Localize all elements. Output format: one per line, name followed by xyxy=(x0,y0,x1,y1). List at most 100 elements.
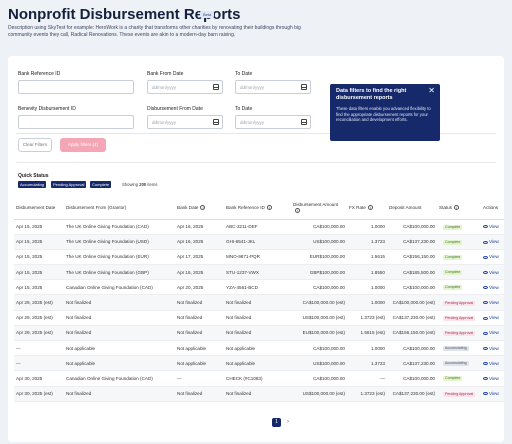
cell-disbursement-from: The UK Online Giving Foundation (USD) xyxy=(64,234,175,250)
disbursement-from-date-input[interactable]: dd/mm/yyyy xyxy=(147,115,223,129)
cell-disbursement-amount: US$100,000.00 xyxy=(291,234,347,250)
cell-disbursement-from: Not finalized xyxy=(64,294,175,311)
cell-disbursement-from: Not finalized xyxy=(64,325,175,342)
view-link[interactable]: View xyxy=(483,315,499,320)
cell-disbursement-date: Apr 30, 2025 xyxy=(14,370,64,387)
status-badge: Complete xyxy=(443,376,463,382)
cell-fx-rate: 1.3723 (est) xyxy=(347,310,387,326)
cell-actions: View xyxy=(481,325,504,342)
cell-bank-reference: Not applicable xyxy=(224,355,291,372)
cell-actions: View xyxy=(481,264,504,281)
view-link[interactable]: View xyxy=(483,300,499,305)
page-1-button[interactable]: 1 xyxy=(272,418,281,427)
cell-actions: View xyxy=(481,370,504,387)
clear-filters-button[interactable]: Clear Filters xyxy=(18,138,52,152)
cell-status: Complete xyxy=(437,279,481,296)
cell-deposit-amount: CA$156,150.00 xyxy=(387,249,437,266)
table-row[interactable]: Apr 30, 2025 (est) Not finalized Not final… xyxy=(14,386,504,402)
cell-fx-rate: 1.0000 xyxy=(347,340,387,357)
col-bank-reference[interactable]: Bank Reference ID i xyxy=(224,197,291,220)
to-date-placeholder: dd/mm/yyyy xyxy=(240,85,265,90)
view-link[interactable]: View xyxy=(483,224,499,229)
benevity-disbursement-input[interactable] xyxy=(18,115,134,129)
col-disbursement-from[interactable]: Disbursement From (Grantor) xyxy=(64,197,175,220)
info-icon[interactable]: i xyxy=(200,205,206,211)
table-row[interactable]: Apr 15, 2025 The UK Online Giving Foundat… xyxy=(14,264,504,281)
tooltip-body: These data filters enable you advanced f… xyxy=(336,106,431,123)
cell-disbursement-from: The UK Online Giving Foundation (GBP) xyxy=(64,264,175,281)
close-icon[interactable]: ✕ xyxy=(428,87,435,95)
status-badge: Pending Approval xyxy=(443,300,476,306)
table-row[interactable]: Apr 29, 2025 (est) Not finalized Not final… xyxy=(14,294,504,311)
view-link[interactable]: View xyxy=(483,346,499,351)
cell-disbursement-date: Apr 15, 2025 xyxy=(14,264,64,281)
eye-icon xyxy=(483,225,488,229)
col-fx-rate[interactable]: FX Rate i xyxy=(347,197,387,220)
view-link[interactable]: View xyxy=(483,239,499,244)
view-label: View xyxy=(489,375,499,381)
info-icon[interactable]: i xyxy=(266,205,272,211)
col-bank-date[interactable]: Bank Date i xyxy=(175,197,224,220)
quick-status-label: Quick Status xyxy=(18,173,49,179)
cell-status: Pending Approval xyxy=(437,310,481,326)
eye-icon xyxy=(483,240,488,244)
table-row[interactable]: Apr 15, 2025 The UK Online Giving Foundat… xyxy=(14,234,504,250)
table-row[interactable]: Apr 15, 2025 The UK Online Giving Foundat… xyxy=(14,249,504,266)
col-status[interactable]: Status i xyxy=(437,197,481,220)
to-date-input[interactable]: dd/mm/yyyy xyxy=(235,80,311,94)
cell-disbursement-amount: CA$100,000.00 xyxy=(291,219,347,235)
calendar-icon[interactable] xyxy=(213,119,219,125)
cell-deposit-amount: CA$137,230.00 xyxy=(387,355,437,372)
table-row[interactable]: Apr 29, 2025 (est) Not finalized Not final… xyxy=(14,310,504,326)
table-row[interactable]: Apr 15, 2025 The UK Online Giving Foundat… xyxy=(14,219,504,235)
page-description: Description using SkyTest for example: H… xyxy=(8,25,301,38)
view-link[interactable]: View xyxy=(483,285,499,290)
to-date-2-label: To Date xyxy=(235,106,253,112)
view-label: View xyxy=(489,300,499,306)
disbursement-from-date-placeholder: dd/mm/yyyy xyxy=(152,120,177,125)
info-icon[interactable]: i xyxy=(295,208,300,214)
cell-bank-date: Not finalized xyxy=(175,294,224,311)
eye-icon xyxy=(483,316,488,320)
col-disbursement-date[interactable]: Disbursement Date xyxy=(14,197,64,220)
table-row[interactable]: Apr 29, 2025 (est) Not finalized Not final… xyxy=(14,325,504,342)
to-date-2-input[interactable]: dd/mm/yyyy xyxy=(235,115,311,129)
calendar-icon[interactable] xyxy=(213,84,219,90)
col-deposit-amount[interactable]: Deposit Amount xyxy=(387,197,437,220)
cell-bank-date: Apr 16, 2025 xyxy=(175,264,224,281)
cell-actions: View xyxy=(481,310,504,326)
chip-accumulating[interactable]: Accumulating xyxy=(18,181,47,188)
col-disbursement-amount[interactable]: Disbursement Amounti xyxy=(291,197,347,220)
view-link[interactable]: View xyxy=(483,330,499,335)
bank-reference-input[interactable] xyxy=(18,80,134,94)
view-link[interactable]: View xyxy=(483,270,499,275)
tooltip-title: Data filters to find the right disbursem… xyxy=(336,88,407,101)
table-row[interactable]: Apr 30, 2025 Canadian Online Giving Found… xyxy=(14,370,504,387)
view-link[interactable]: View xyxy=(483,391,499,396)
cell-deposit-amount: CA$156,150.00 (est) xyxy=(387,325,437,342)
cell-disbursement-amount: US$100,000.00 (est) xyxy=(291,386,347,402)
cell-deposit-amount: CA$100,000.00 xyxy=(387,279,437,296)
chip-complete[interactable]: Complete xyxy=(90,181,112,188)
view-link[interactable]: View xyxy=(483,361,499,366)
chip-pending-approval[interactable]: Pending Approval xyxy=(51,181,87,188)
bank-from-date-input[interactable]: dd/mm/yyyy xyxy=(147,80,223,94)
showing-count: 200 xyxy=(139,182,147,187)
cell-status: Complete xyxy=(437,264,481,281)
info-icon[interactable]: i xyxy=(367,205,373,211)
table-row[interactable]: — Not applicable Not applicable Not applica… xyxy=(14,340,504,357)
view-link[interactable]: View xyxy=(483,376,499,381)
cell-bank-reference: Not finalized xyxy=(224,386,291,402)
table-row[interactable]: — Not applicable Not applicable Not applica… xyxy=(14,355,504,372)
info-icon[interactable]: i xyxy=(454,205,460,211)
apply-filters-button[interactable]: Apply filters (4) xyxy=(60,138,106,152)
next-page-button[interactable]: › xyxy=(287,418,289,427)
status-badge: Accumulating xyxy=(443,361,469,367)
section-divider xyxy=(16,162,496,163)
view-link[interactable]: View xyxy=(483,254,499,259)
calendar-icon[interactable] xyxy=(301,119,307,125)
filters-tooltip: Data filters to find the right disbursem… xyxy=(330,84,440,141)
cell-bank-date: Not applicable xyxy=(175,355,224,372)
calendar-icon[interactable] xyxy=(301,84,307,90)
table-row[interactable]: Apr 15, 2025 Canadian Online Giving Found… xyxy=(14,279,504,296)
